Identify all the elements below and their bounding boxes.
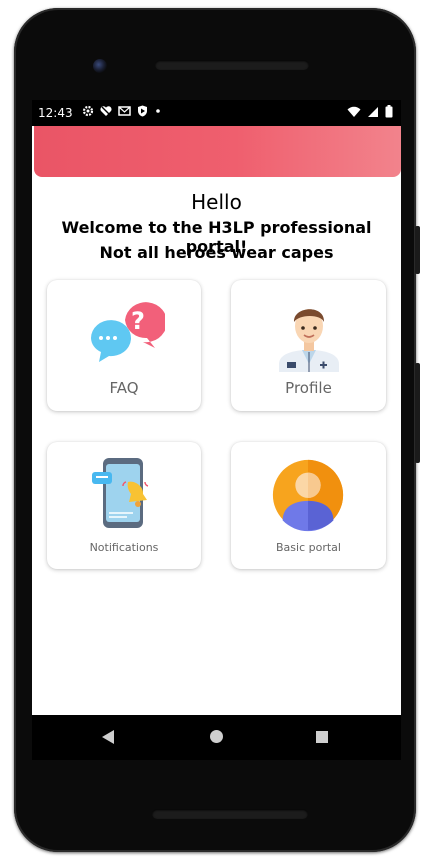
tagline: Not all heroes wear capes (99, 243, 334, 262)
phone-notification-bell-icon (92, 458, 149, 528)
faq-chat-bubbles-icon: ? (91, 302, 165, 362)
dot-icon (156, 109, 160, 113)
app-bar (34, 126, 401, 177)
status-system-icons (347, 105, 393, 118)
back-icon[interactable] (102, 730, 114, 744)
app-screen: 12:43 Hello Welcome to the H3LP professi… (32, 100, 401, 715)
power-button (415, 226, 420, 274)
status-notifications (82, 105, 162, 117)
basic-portal-label: Basic portal (276, 541, 341, 554)
greeting-title: Hello (191, 190, 242, 214)
basic-portal-card[interactable]: Basic portal (231, 442, 386, 569)
notifications-label: Notifications (89, 541, 159, 554)
status-bar: 12:43 (32, 100, 401, 126)
recents-icon[interactable] (316, 731, 328, 743)
gear-icon (82, 105, 94, 117)
profile-label: Profile (285, 379, 332, 397)
front-camera (93, 59, 107, 73)
wifi-icon (347, 106, 361, 117)
signal-icon (368, 106, 378, 117)
mail-icon (118, 106, 131, 116)
profile-card[interactable]: Profile (231, 280, 386, 411)
faq-card[interactable]: ? FAQ (47, 280, 201, 411)
home-icon[interactable] (210, 730, 223, 743)
doctor-avatar-icon (279, 309, 339, 372)
bottom-speaker (152, 809, 308, 819)
shield-icon (138, 105, 147, 117)
svg-text:?: ? (131, 307, 145, 335)
user-avatar-icon (272, 459, 344, 532)
no-signal-heart-icon (100, 106, 112, 116)
navigation-bar (32, 715, 401, 760)
volume-button (415, 363, 420, 463)
battery-icon (385, 105, 393, 118)
notifications-card[interactable]: Notifications (47, 442, 201, 569)
faq-label: FAQ (109, 379, 139, 397)
status-time: 12:43 (38, 106, 73, 120)
earpiece-speaker (155, 60, 309, 70)
